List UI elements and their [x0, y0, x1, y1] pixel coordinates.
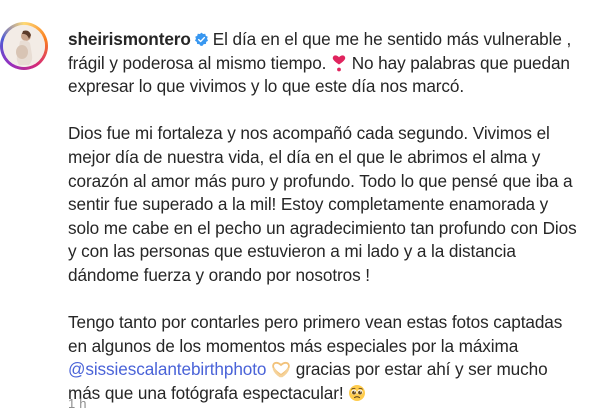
- timestamp[interactable]: 1 h: [68, 396, 87, 411]
- caption-line: sheirismontero El día en el que me he sen…: [68, 28, 598, 52]
- caption-paragraph-2: Dios fue mi fortaleza y nos acompañó cad…: [68, 122, 598, 287]
- caption-text: gracias por estar ahí y ser mucho: [295, 359, 548, 380]
- caption-text: más que una fotógrafa espectacular!: [68, 382, 344, 403]
- pleading-face-icon: [349, 384, 366, 401]
- caption-line: más que una fotógrafa espectacular!: [68, 382, 598, 406]
- caption-text: frágil y poderosa al mismo tiempo.: [68, 52, 327, 73]
- username[interactable]: sheirismontero: [68, 29, 191, 49]
- caption-line: corazón al amor más puro y profundo. Tod…: [68, 170, 573, 191]
- caption-line: Tengo tanto por contarles pero primero v…: [68, 312, 563, 333]
- caption-line: solo me cabe en el pecho un agradecimien…: [68, 217, 577, 238]
- caption-line: @sissiescalantebirthphoto gracias por es…: [68, 358, 598, 382]
- caption-text: No hay palabras que puedan: [351, 52, 570, 73]
- caption-paragraph-1: sheirismontero El día en el que me he sen…: [68, 28, 598, 99]
- verified-badge-icon: [194, 32, 208, 46]
- caption: sheirismontero El día en el que me he sen…: [68, 28, 598, 406]
- caption-line: expresar lo que vivimos y lo que este dí…: [68, 75, 598, 99]
- avatar[interactable]: [3, 25, 45, 67]
- caption-line: y con las personas que estuvieron a mi l…: [68, 241, 516, 262]
- caption-paragraph-3: Tengo tanto por contarles pero primero v…: [68, 311, 598, 405]
- caption-line: en algunos de los momentos más especiale…: [68, 335, 519, 356]
- mention-link[interactable]: @sissiescalantebirthphoto: [68, 359, 266, 379]
- comment-post: sheirismontero El día en el que me he sen…: [0, 0, 605, 415]
- story-ring[interactable]: [0, 22, 48, 70]
- heart-exclamation-icon: [332, 54, 346, 71]
- heart-hands-icon: [272, 362, 290, 378]
- caption-line: mejor día de nuestra vida, el día en el …: [68, 146, 541, 167]
- caption-text: expresar lo que vivimos y lo que este dí…: [68, 76, 465, 97]
- caption-line: sentir fue superado a la mil! Estoy comp…: [68, 194, 549, 215]
- caption-line: dándome fuerza y orando por nosotros !: [68, 264, 370, 285]
- caption-text: El día en el que me he sentido más vulne…: [212, 29, 572, 49]
- caption-line: Dios fue mi fortaleza y nos acompañó cad…: [68, 123, 550, 144]
- caption-line: frágil y poderosa al mismo tiempo. No ha…: [68, 52, 598, 76]
